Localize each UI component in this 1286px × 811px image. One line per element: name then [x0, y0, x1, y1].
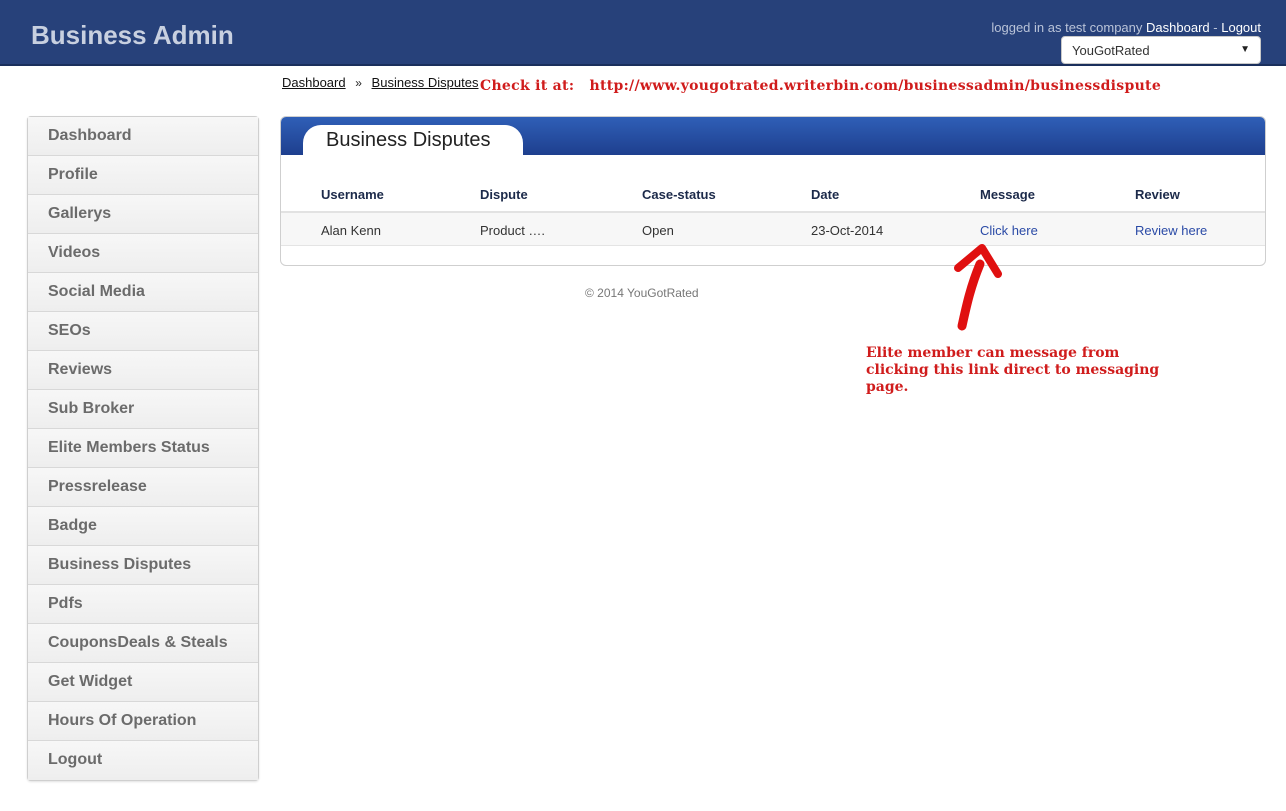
table-row: Alan Kenn Product …. Open 23-Oct-2014 Cl…: [281, 213, 1265, 246]
login-info: logged in as test company Dashboard - Lo…: [991, 20, 1261, 35]
breadcrumb-separator: »: [355, 76, 362, 90]
message-link[interactable]: Click here: [980, 223, 1038, 238]
column-header-review: Review: [1135, 187, 1180, 202]
sidebar-item-get-widget[interactable]: Get Widget: [28, 663, 258, 702]
column-header-message: Message: [980, 187, 1035, 202]
cell-username: Alan Kenn: [321, 223, 381, 238]
logged-in-text: logged in as test company: [991, 20, 1143, 35]
sidebar-item-seos[interactable]: SEOs: [28, 312, 258, 351]
review-link[interactable]: Review here: [1135, 223, 1207, 238]
panel-title: Business Disputes: [326, 129, 491, 151]
column-header-dispute: Dispute: [480, 187, 528, 202]
disputes-table: Username Dispute Case-status Date Messag…: [281, 179, 1265, 246]
breadcrumb: Dashboard » Business Disputes: [282, 75, 479, 90]
check-it-annotation: Check it at: http://www.yougotrated.writ…: [480, 78, 1161, 94]
annotation-note: Elite member can message from clicking t…: [866, 345, 1160, 395]
sidebar-item-sub-broker[interactable]: Sub Broker: [28, 390, 258, 429]
header-separator: -: [1213, 20, 1218, 35]
column-header-username: Username: [321, 187, 384, 202]
sidebar-item-social-media[interactable]: Social Media: [28, 273, 258, 312]
header-dashboard-link[interactable]: Dashboard: [1146, 20, 1210, 35]
sidebar-menu: Dashboard Profile Gallerys Videos Social…: [27, 116, 259, 781]
table-header-row: Username Dispute Case-status Date Messag…: [281, 179, 1265, 213]
sidebar-item-elite-members-status[interactable]: Elite Members Status: [28, 429, 258, 468]
company-select-value: YouGotRated: [1072, 43, 1150, 58]
column-header-date: Date: [811, 187, 840, 202]
cell-date: 23-Oct-2014: [811, 223, 884, 238]
check-it-url: http://www.yougotrated.writerbin.com/bus…: [589, 78, 1162, 94]
breadcrumb-business-disputes[interactable]: Business Disputes: [372, 75, 479, 90]
column-header-case-status: Case-status: [642, 187, 716, 202]
top-navbar: Business Admin logged in as test company…: [0, 0, 1286, 66]
breadcrumb-dashboard[interactable]: Dashboard: [282, 75, 346, 90]
cell-dispute: Product ….: [480, 223, 546, 238]
sidebar-item-gallerys[interactable]: Gallerys: [28, 195, 258, 234]
sidebar-item-coupons-deals-steals[interactable]: CouponsDeals & Steals: [28, 624, 258, 663]
footer-copyright: © 2014 YouGotRated: [585, 286, 699, 300]
sidebar-item-business-disputes[interactable]: Business Disputes: [28, 546, 258, 585]
sidebar-item-badge[interactable]: Badge: [28, 507, 258, 546]
chevron-down-icon: ▼: [1240, 44, 1250, 55]
header-logout-link[interactable]: Logout: [1221, 20, 1261, 35]
sidebar-item-dashboard[interactable]: Dashboard: [28, 117, 258, 156]
check-it-label: Check it at:: [480, 78, 575, 94]
sidebar-item-pdfs[interactable]: Pdfs: [28, 585, 258, 624]
sidebar-item-reviews[interactable]: Reviews: [28, 351, 258, 390]
sidebar-item-hours-of-operation[interactable]: Hours Of Operation: [28, 702, 258, 741]
sidebar-item-profile[interactable]: Profile: [28, 156, 258, 195]
sidebar-item-pressrelease[interactable]: Pressrelease: [28, 468, 258, 507]
sidebar-item-videos[interactable]: Videos: [28, 234, 258, 273]
sidebar-item-logout[interactable]: Logout: [28, 741, 258, 780]
business-disputes-panel: Business Disputes Username Dispute Case-…: [280, 116, 1266, 266]
company-select[interactable]: YouGotRated ▼: [1061, 36, 1261, 64]
brand-title: Business Admin: [31, 20, 234, 50]
red-arrow-icon: [954, 244, 1002, 331]
cell-case-status: Open: [642, 223, 674, 238]
